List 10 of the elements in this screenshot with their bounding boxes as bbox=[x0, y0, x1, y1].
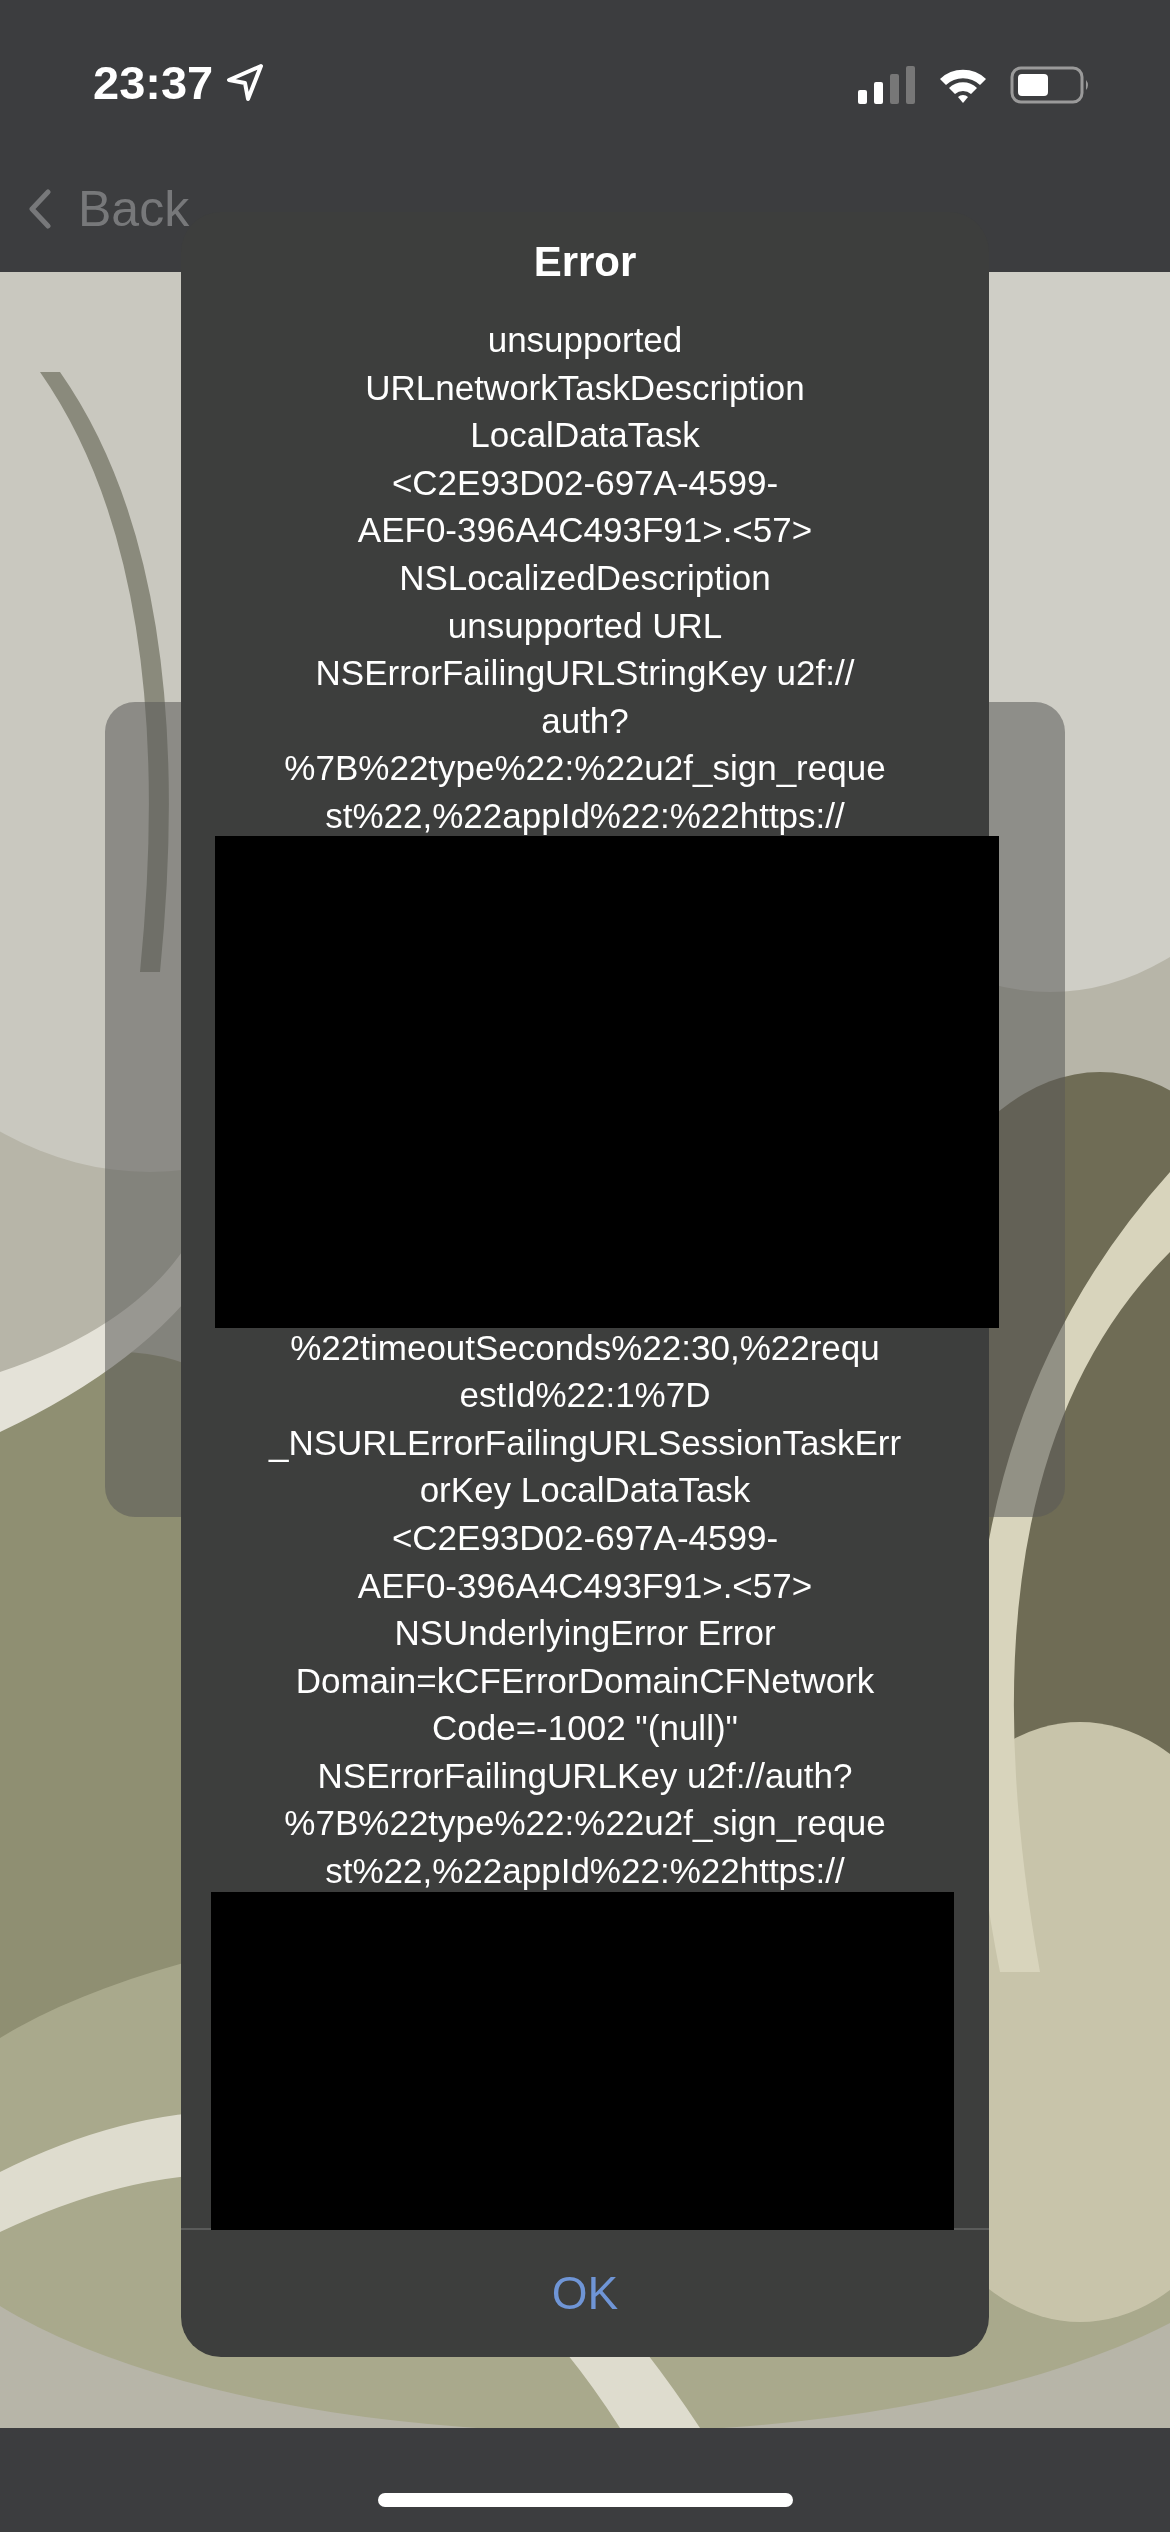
location-arrow-icon bbox=[225, 62, 266, 102]
back-chevron-icon bbox=[28, 189, 52, 229]
alert-message: %22timeoutSeconds%22:30,%22requ estId%22:1%7D _NSURLErrorFailingURLSessionTaskErr orKey LocalDataTask <C2E93D02-697A-4599- AEF0-396A4C493F91>.<57> NSUnderlyingError Error Domain=kCFErrorDomainCFNetwork Code=-1002 "(null)" NSErrorFailingURLKey u2f://auth? %7B%22type%22:%22u2f_sign_reque st%22,%22appId%22:%22https:// bbox=[267, 1326, 903, 1893]
alert-title: Error bbox=[532, 237, 638, 287]
ok-button[interactable]: OK bbox=[181, 2229, 989, 2356]
signal-icon bbox=[858, 66, 916, 104]
status-time: 23:37 bbox=[93, 54, 214, 110]
back-button[interactable]: Back bbox=[28, 170, 190, 238]
alert-message: unsupported URLnetworkTaskDescription LocalDataTask <C2E93D02-697A-4599- AEF0-396A4C493F91>.<57> NSLocalizedDescription unsupported URL NSErrorFailingURLStringKey u2f:// auth? %7B%22type%22:%22u2f_sign_reque st%22,%22appId%22:%22https:// bbox=[283, 319, 887, 837]
battery-icon bbox=[1010, 65, 1090, 105]
